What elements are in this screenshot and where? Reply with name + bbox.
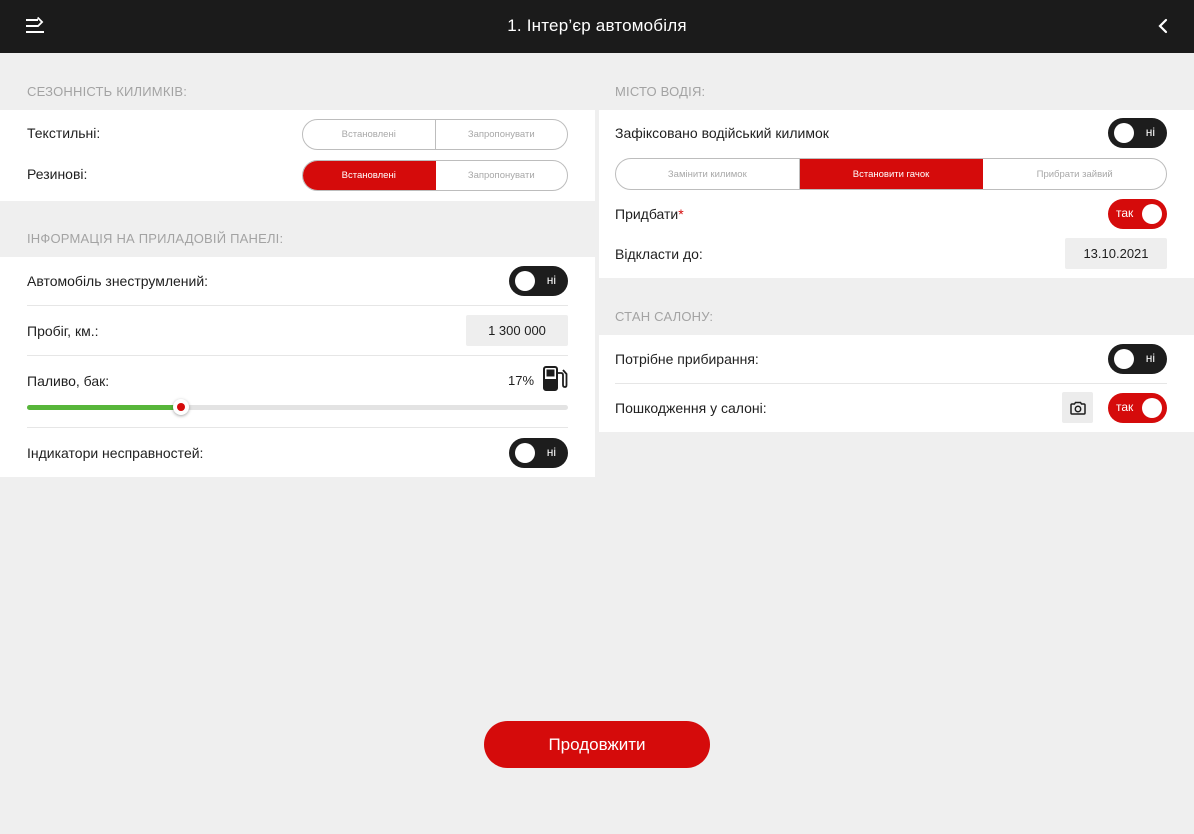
divider — [27, 427, 568, 428]
camera-icon — [1069, 401, 1086, 415]
faults-toggle[interactable]: ні — [509, 438, 568, 468]
postpone-date-field[interactable]: 13.10.2021 — [1065, 238, 1167, 269]
toggle-knob — [1114, 349, 1134, 369]
rubber-segmented: Встановлені Запропонувати — [302, 160, 568, 191]
postpone-label: Відкласти до: — [615, 246, 703, 262]
install-hook-option[interactable]: Встановити гачок — [799, 159, 984, 189]
remove-extra-option[interactable]: Прибрати зайвий — [983, 159, 1166, 189]
rubber-offer-option[interactable]: Запропонувати — [436, 161, 568, 190]
buy-toggle[interactable]: так — [1108, 199, 1167, 229]
mileage-field[interactable]: 1 300 000 — [466, 315, 568, 346]
mileage-label: Пробіг, км.: — [27, 323, 99, 339]
fuel-slider[interactable] — [27, 405, 568, 410]
toggle-label: ні — [546, 273, 556, 287]
textile-segmented: Встановлені Запропонувати — [302, 119, 568, 150]
cleaning-toggle[interactable]: ні — [1108, 344, 1167, 374]
mats-panel: Текстильні: Встановлені Запропонувати Ре… — [0, 110, 595, 201]
toggle-knob — [515, 271, 535, 291]
textile-installed-option[interactable]: Встановлені — [303, 120, 436, 149]
fuel-pump-icon — [542, 365, 568, 393]
textile-label: Текстильні: — [27, 125, 101, 141]
top-bar: 1. Інтер’єр автомобіля — [0, 0, 1194, 53]
dashboard-panel: Автомобіль знеструмлений: ні Пробіг, км.… — [0, 257, 595, 477]
mat-fixed-toggle[interactable]: ні — [1108, 118, 1167, 148]
toggle-knob — [1142, 398, 1162, 418]
divider — [27, 355, 568, 356]
driver-seat-panel: Зафіксовано водійський килимок ні Заміни… — [599, 110, 1194, 278]
faults-label: Індикатори несправностей: — [27, 445, 204, 461]
page-title: 1. Інтер’єр автомобіля — [507, 16, 687, 35]
dashboard-heading: ІНФОРМАЦІЯ НА ПРИЛАДОВІЙ ПАНЕЛІ: — [27, 231, 284, 246]
fuel-slider-thumb[interactable] — [173, 399, 189, 415]
deenergized-label: Автомобіль знеструмлений: — [27, 273, 209, 289]
damage-label: Пошкодження у салоні: — [615, 400, 767, 416]
divider — [27, 305, 568, 306]
cabin-panel: Потрібне прибирання: ні Пошкодження у са… — [599, 335, 1194, 432]
divider — [615, 383, 1167, 384]
deenergized-toggle[interactable]: ні — [509, 266, 568, 296]
toggle-knob — [1114, 123, 1134, 143]
toggle-label: ні — [1145, 125, 1155, 139]
textile-offer-option[interactable]: Запропонувати — [436, 120, 568, 149]
toggle-label: так — [1116, 400, 1134, 414]
driver-mat-actions: Замінити килимок Встановити гачок Прибра… — [615, 158, 1167, 190]
toggle-knob — [515, 443, 535, 463]
cleaning-label: Потрібне прибирання: — [615, 351, 759, 367]
fuel-slider-fill — [27, 405, 178, 410]
driver-seat-heading: МІСТО ВОДІЯ: — [615, 84, 706, 99]
toggle-knob — [1142, 204, 1162, 224]
cabin-heading: СТАН САЛОНУ: — [615, 309, 714, 324]
continue-button[interactable]: Продовжити — [484, 721, 710, 768]
rubber-label: Резинові: — [27, 166, 88, 182]
toggle-label: ні — [1145, 351, 1155, 365]
required-mark: * — [678, 206, 684, 222]
fuel-label: Паливо, бак: — [27, 373, 110, 389]
camera-button[interactable] — [1062, 392, 1093, 423]
mat-fixed-label: Зафіксовано водійський килимок — [615, 125, 829, 141]
damage-toggle[interactable]: так — [1108, 393, 1167, 423]
toggle-label: ні — [546, 445, 556, 459]
chevron-left-icon[interactable] — [1156, 18, 1170, 34]
rubber-installed-option[interactable]: Встановлені — [303, 161, 436, 190]
fuel-value: 17% — [508, 373, 535, 388]
toggle-label: так — [1116, 206, 1134, 220]
buy-label: Придбати* — [615, 206, 684, 222]
mats-heading: СЕЗОННІСТЬ КИЛИМКІВ: — [27, 84, 188, 99]
buy-label-text: Придбати — [615, 206, 679, 222]
replace-mat-option[interactable]: Замінити килимок — [616, 159, 800, 189]
